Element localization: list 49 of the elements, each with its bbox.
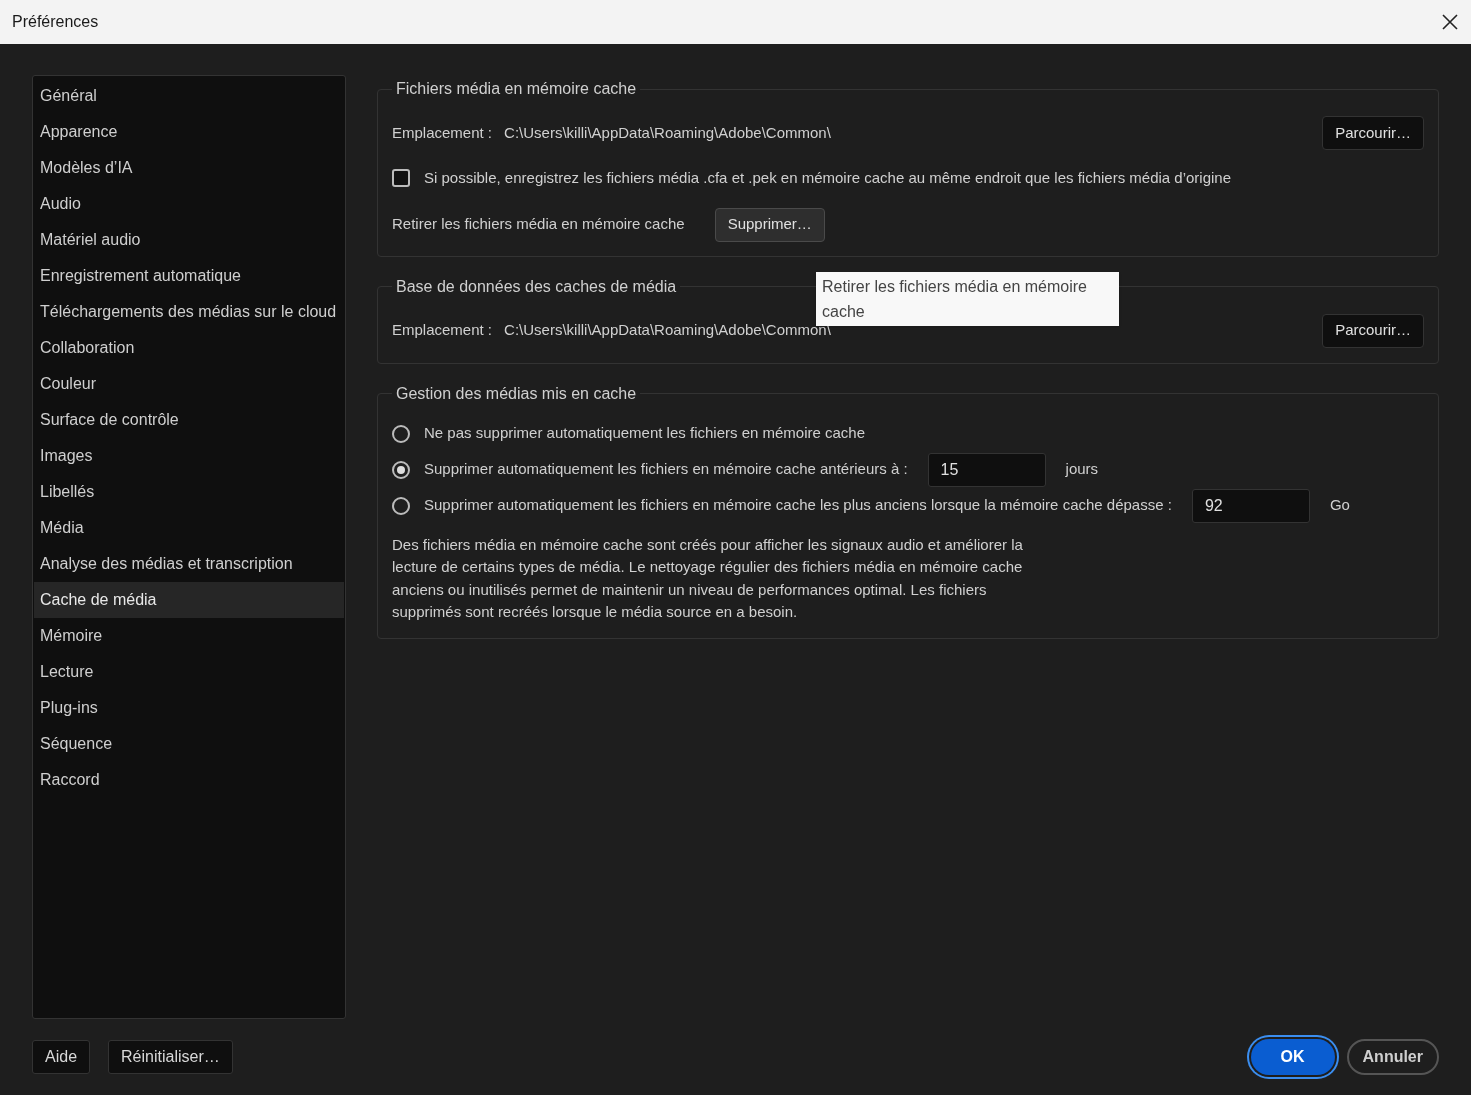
- browse-button[interactable]: Parcourir…: [1322, 313, 1424, 348]
- sidebar-item[interactable]: Général: [34, 78, 344, 114]
- radio-button[interactable]: [392, 496, 410, 515]
- location-path: C:\Users\killi\AppData\Roaming\Adobe\Common\: [504, 122, 831, 143]
- group-title: Fichiers média en mémoire cache: [395, 79, 638, 99]
- checkbox-label: Si possible, enregistrez les fichiers média .cfa et .pek en mémoire cache au même endroit que les fichiers média d’origine: [424, 168, 1232, 188]
- tooltip: Retirer les fichiers média en mémoire cache: [816, 272, 1119, 326]
- sidebar-item[interactable]: Couleur: [34, 366, 344, 402]
- sidebar-item[interactable]: Collaboration: [34, 330, 344, 366]
- sidebar-item[interactable]: Plug-ins: [34, 690, 344, 726]
- footer-button[interactable]: Aide: [32, 1040, 91, 1074]
- sidebar-item[interactable]: Enregistrement automatique: [34, 258, 344, 294]
- unit-label: jours: [1065, 459, 1099, 480]
- sidebar-item[interactable]: Mémoire: [34, 618, 344, 654]
- sidebar-item[interactable]: Surface de contrôle: [34, 402, 344, 438]
- sidebar-item[interactable]: Apparence: [34, 114, 344, 150]
- option-label: Supprimer automatiquement les fichiers en mémoire cache antérieurs à :: [424, 459, 908, 480]
- sidebar-item[interactable]: Séquence: [34, 726, 344, 762]
- option-label: Ne pas supprimer automatiquement les fichiers en mémoire cache: [424, 423, 866, 444]
- location-label: Emplacement :: [392, 122, 493, 143]
- sidebar-item[interactable]: Lecture: [34, 654, 344, 690]
- sidebar-item[interactable]: Média: [34, 510, 344, 546]
- sidebar-item[interactable]: Modèles d’IA: [34, 150, 344, 186]
- radio-button[interactable]: [392, 424, 410, 443]
- window-title: Préférences: [12, 12, 99, 32]
- cancel-button[interactable]: Annuler: [1346, 1039, 1439, 1075]
- radio-button[interactable]: [392, 460, 410, 479]
- browse-button[interactable]: Parcourir…: [1322, 116, 1424, 150]
- sidebar-item[interactable]: Cache de média: [34, 582, 344, 618]
- delete-button[interactable]: Supprimer…: [714, 207, 825, 242]
- number-field[interactable]: 92: [1191, 488, 1310, 523]
- sidebar-item[interactable]: Analyse des médias et transcription: [34, 546, 344, 582]
- location-label: Emplacement :: [392, 320, 493, 341]
- sidebar-item[interactable]: Libellés: [34, 474, 344, 510]
- unit-label: Go: [1329, 495, 1350, 516]
- checkbox[interactable]: [392, 169, 410, 188]
- close-icon[interactable]: [1441, 13, 1459, 31]
- number-field[interactable]: 15: [927, 452, 1046, 487]
- sidebar-item[interactable]: Matériel audio: [34, 222, 344, 258]
- group-title: Gestion des médias mis en cache: [395, 383, 638, 404]
- sidebar-item[interactable]: Audio: [34, 186, 344, 222]
- sidebar-item[interactable]: Raccord: [34, 762, 344, 798]
- group-title: Base de données des caches de média: [395, 276, 678, 297]
- description-text: Des fichiers média en mémoire cache sont créés pour afficher les signaux audio et améliorer la lecture de certains types de média. Le nettoyage régulier des fichiers média en mémoire cache anciens ou inutilisés permet de maintenir un niveau de performances optimal. Les fichiers supprimés sont recréés lorsque le média source en a besoin.: [392, 534, 1024, 622]
- sidebar-item[interactable]: Images: [34, 438, 344, 474]
- option-label: Supprimer automatiquement les fichiers en mémoire cache les plus anciens lorsque la mémoire cache dépasse :: [424, 495, 1172, 516]
- footer-button[interactable]: Réinitialiser…: [108, 1040, 233, 1074]
- sidebar-item[interactable]: Téléchargements des médias sur le cloud: [34, 294, 344, 330]
- remove-label: Retirer les fichiers média en mémoire cache: [392, 214, 685, 235]
